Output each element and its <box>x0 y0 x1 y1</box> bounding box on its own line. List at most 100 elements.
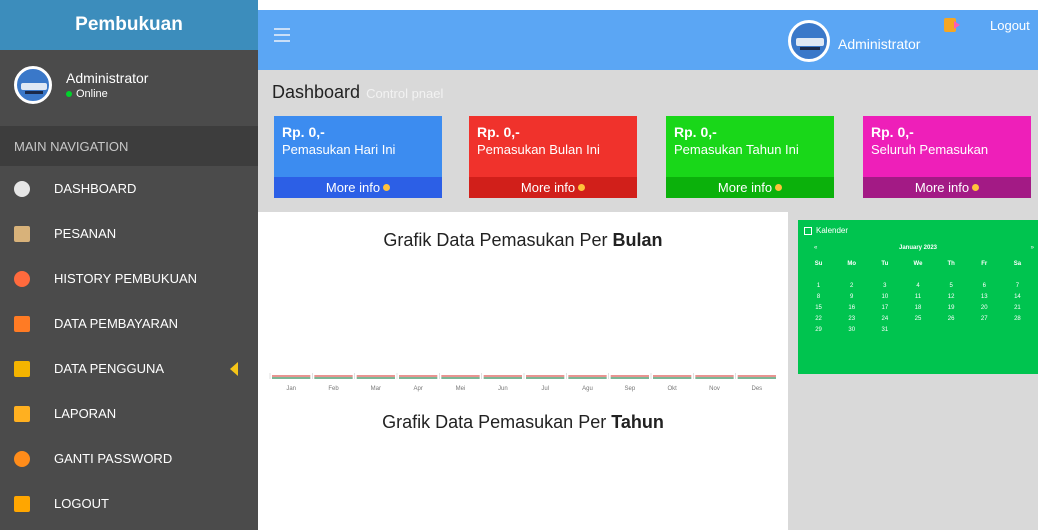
calendar-day[interactable]: 6 <box>968 281 1001 292</box>
user-info: Administrator Online <box>66 70 148 100</box>
sidebar-item-laporan[interactable]: LAPORAN <box>0 391 258 436</box>
calendar-empty-cell <box>835 270 868 281</box>
calendar-day[interactable]: 27 <box>968 314 1001 325</box>
more-info-link[interactable]: More info <box>274 177 442 198</box>
calendar-day[interactable]: 1 <box>802 281 835 292</box>
info-box-amount: Rp. 0,- <box>477 124 520 140</box>
calendar-day[interactable]: 5 <box>935 281 968 292</box>
calendar-dow: Fr <box>981 261 988 267</box>
sidebar-item-label: LOGOUT <box>54 496 109 511</box>
page-subtitle: Control pnael <box>366 86 444 101</box>
sidebar-item-data-pengguna[interactable]: DATA PENGGUNA <box>0 346 258 391</box>
sidebar-item-pesanan[interactable]: PESANAN <box>0 211 258 256</box>
x-tick-label: Agu <box>582 386 593 392</box>
sidebar-item-label: PESANAN <box>54 226 117 241</box>
calendar-day[interactable]: 19 <box>935 303 968 314</box>
folder-icon <box>14 315 30 332</box>
top-logout-link[interactable]: Logout <box>990 18 1030 33</box>
calendar-day[interactable]: 21 <box>1001 303 1034 314</box>
avatar <box>14 66 52 104</box>
x-tick-label: Jul <box>541 386 549 392</box>
top-admin-name[interactable]: Administrator <box>838 36 920 52</box>
calendar-dow: Tu <box>881 261 889 267</box>
calendar-month[interactable]: January 2023 <box>798 245 1038 251</box>
calendar-day[interactable]: 13 <box>968 292 1001 303</box>
calendar-day[interactable]: 24 <box>868 314 901 325</box>
calendar-day[interactable]: 18 <box>901 303 934 314</box>
calendar-empty-cell <box>1001 270 1034 281</box>
calendar-nav: « January 2023 » <box>798 245 1038 259</box>
more-info-link[interactable]: More info <box>666 177 834 198</box>
x-tick-label: Jan <box>286 386 296 392</box>
info-box-amount: Rp. 0,- <box>282 124 325 140</box>
chevron-left-icon[interactable] <box>230 362 238 376</box>
sidebar-item-logout[interactable]: LOGOUT <box>0 481 258 526</box>
more-info-label: More info <box>520 180 576 195</box>
top-avatar[interactable] <box>788 20 830 62</box>
calendar-empty-cell <box>868 270 901 281</box>
calendar-empty-cell <box>901 270 934 281</box>
arrow-circle-icon <box>578 184 586 191</box>
more-info-link[interactable]: More info <box>469 177 637 198</box>
calendar-widget: Kalender « January 2023 » Su Mo Tu We Th Fr Sa… <box>798 220 1038 374</box>
calendar-empty-cell <box>935 270 968 281</box>
x-tick-label: Jun <box>498 386 508 392</box>
info-box-label: Pemasukan Hari Ini <box>282 142 396 157</box>
user-name: Administrator <box>66 70 149 86</box>
calendar-day[interactable]: 17 <box>868 303 901 314</box>
calendar-day[interactable]: 14 <box>1001 292 1034 303</box>
calendar-day[interactable]: 10 <box>868 292 901 303</box>
calendar-day[interactable]: 22 <box>802 314 835 325</box>
logout-icon[interactable] <box>944 18 960 32</box>
sidebar-item-label: HISTORY PEMBUKUAN <box>54 271 198 286</box>
sidebar-item-ganti-password[interactable]: GANTI PASSWORD <box>0 436 258 481</box>
calendar-day[interactable]: 20 <box>968 303 1001 314</box>
calendar-next-button[interactable]: » <box>1031 245 1034 251</box>
more-info-link[interactable]: More info <box>863 177 1031 198</box>
sidebar-item-label: DATA PEMBAYARAN <box>54 316 179 331</box>
calendar-day[interactable]: 16 <box>835 303 868 314</box>
calendar-day[interactable]: 12 <box>935 292 968 303</box>
sidebar-item-dashboard[interactable]: DASHBOARD <box>0 166 258 211</box>
calendar-dow: Su <box>814 261 823 267</box>
x-tick-label: Nov <box>709 386 720 392</box>
sidebar-item-data-pembayaran[interactable]: DATA PEMBAYARAN <box>0 301 258 346</box>
calendar-day[interactable]: 3 <box>868 281 901 292</box>
calendar-day[interactable]: 26 <box>935 314 968 325</box>
x-tick-label: Feb <box>328 386 339 392</box>
calendar-day[interactable]: 11 <box>901 292 934 303</box>
user-panel: Administrator Online <box>0 50 258 120</box>
online-dot-icon <box>66 91 72 97</box>
menu-toggle-icon[interactable] <box>274 28 290 42</box>
sidebar-item-label: DATA PENGGUNA <box>54 361 165 376</box>
calendar-empty-cell <box>802 270 835 281</box>
calendar-day[interactable]: 25 <box>901 314 934 325</box>
calendar-day[interactable]: 9 <box>835 292 868 303</box>
user-status-label: Online <box>76 88 108 100</box>
logout-icon <box>14 495 30 512</box>
user-status: Online <box>66 88 148 100</box>
info-box-amount: Rp. 0,- <box>871 124 914 140</box>
calendar-dow: Mo <box>847 261 857 267</box>
brand-logo[interactable]: Pembukuan <box>0 0 258 50</box>
calendar-day[interactable]: 30 <box>835 325 868 336</box>
sidebar-item-history-pembukuan[interactable]: HISTORY PEMBUKUAN <box>0 256 258 301</box>
calendar-day[interactable]: 29 <box>802 325 835 336</box>
info-box-label: Pemasukan Bulan Ini <box>477 142 600 157</box>
sidebar: Pembukuan Administrator Online MAIN NAVI… <box>0 0 258 530</box>
topbar: Administrator Logout <box>258 0 1038 70</box>
arrow-circle-icon <box>775 184 783 191</box>
more-info-label: More info <box>914 180 970 195</box>
calendar-day[interactable]: 23 <box>835 314 868 325</box>
arrow-circle-icon <box>972 184 980 191</box>
x-tick-label: Apr <box>413 386 422 392</box>
calendar-day[interactable]: 15 <box>802 303 835 314</box>
info-box: Rp. 0,- Pemasukan Hari Ini More info <box>274 116 442 198</box>
calendar-day[interactable]: 8 <box>802 292 835 303</box>
calendar-day[interactable]: 28 <box>1001 314 1034 325</box>
calendar-day[interactable]: 7 <box>1001 281 1034 292</box>
calendar-day[interactable]: 4 <box>901 281 934 292</box>
sidebar-nav: DASHBOARD PESANAN HISTORY PEMBUKUAN DATA PE… <box>0 166 258 526</box>
calendar-day[interactable]: 31 <box>868 325 901 336</box>
calendar-day[interactable]: 2 <box>835 281 868 292</box>
